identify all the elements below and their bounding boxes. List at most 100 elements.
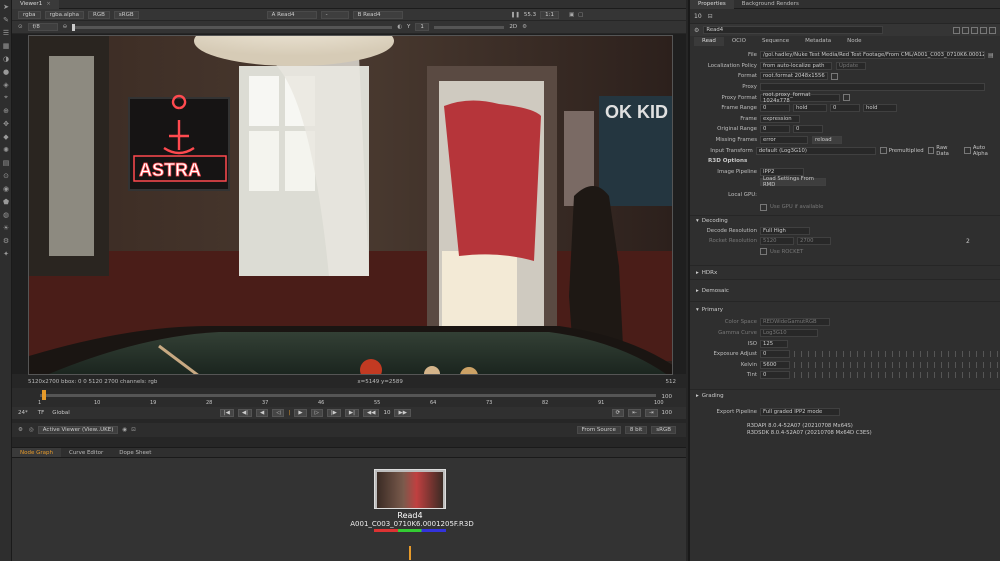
gain-icon[interactable]: ⊙ xyxy=(18,24,23,30)
collapse-icon[interactable]: ▾ xyxy=(696,218,699,224)
decoding-section[interactable]: ▾ Decoding xyxy=(690,215,1000,225)
roi-icon[interactable]: ▣ xyxy=(569,12,574,18)
color-icon[interactable]: ● xyxy=(0,65,12,78)
update-button[interactable]: Update xyxy=(836,61,866,70)
gamma-curve-dropdown[interactable]: Log3G10 xyxy=(760,328,818,337)
file-field[interactable]: /gol.hadley/Nuke Test Media/Red Test Foo… xyxy=(760,51,985,60)
settings-icon[interactable]: ✦ xyxy=(0,247,12,260)
active-viewer-dropdown[interactable]: Active Viewer (View..UKE) xyxy=(37,426,119,434)
float-icon[interactable]: ▢ xyxy=(578,12,583,18)
settings-icon[interactable]: ⚙ xyxy=(522,24,527,30)
step-forward-icon[interactable]: ▷ xyxy=(310,409,323,417)
revert-icon[interactable] xyxy=(971,26,978,34)
from-source-dropdown[interactable]: From Source xyxy=(576,426,621,434)
particles-icon[interactable]: ✺ xyxy=(0,143,12,156)
deep-icon[interactable]: ▤ xyxy=(0,156,12,169)
fps-field[interactable]: 24* xyxy=(18,410,28,416)
color-space-dropdown[interactable]: REDWideGamutRGB xyxy=(760,318,830,327)
node-name-field[interactable]: Read4 xyxy=(703,26,884,34)
playhead[interactable] xyxy=(42,390,46,400)
close-panel-icon[interactable] xyxy=(989,26,996,34)
tab-dope-sheet[interactable]: Dope Sheet xyxy=(111,448,159,457)
frame-range-start[interactable]: 0 xyxy=(760,104,790,113)
expand-demosaic-icon[interactable]: ▸ xyxy=(696,288,699,294)
loop-icon[interactable]: ⟳ xyxy=(611,409,625,417)
output-transform-dropdown[interactable]: sRGB xyxy=(651,426,676,434)
proxy-field[interactable] xyxy=(760,83,985,92)
compare-op-dropdown[interactable]: - xyxy=(320,10,349,19)
monitor-icon[interactable]: ⊡ xyxy=(131,427,136,433)
3d-icon[interactable]: ◆ xyxy=(0,130,12,143)
grading-section[interactable]: ▸ Grading xyxy=(690,388,1000,403)
tint-slider[interactable] xyxy=(794,372,999,379)
folder-icon[interactable]: ▤ xyxy=(988,52,994,59)
views-icon[interactable]: ⊙ xyxy=(0,169,12,182)
hdrx-section[interactable]: ▸ HDRx xyxy=(690,265,1000,279)
original-range-start[interactable]: 0 xyxy=(760,125,790,134)
bit-depth-dropdown[interactable]: 8 bit xyxy=(624,426,648,434)
proxy-format-edit-icon[interactable] xyxy=(843,94,850,102)
lock-icon[interactable]: ⊟ xyxy=(708,13,713,20)
pointer-icon[interactable]: ➤ xyxy=(0,0,12,13)
last-frame-icon[interactable]: ▶| xyxy=(344,409,359,417)
use-gpu-checkbox[interactable] xyxy=(760,203,767,211)
view-mode-label[interactable]: 2D xyxy=(509,24,517,30)
expand-hdrx-icon[interactable]: ▸ xyxy=(696,270,699,276)
display-mode-dropdown[interactable]: RGB xyxy=(88,10,110,19)
colorspace-dropdown[interactable]: sRGB xyxy=(113,10,139,19)
kelvin-slider[interactable] xyxy=(794,361,999,368)
demosaic-section[interactable]: ▸ Demosaic xyxy=(690,279,1000,301)
other-icon[interactable]: ◍ xyxy=(0,208,12,221)
auto-alpha-checkbox[interactable] xyxy=(964,147,971,155)
timeline-track[interactable] xyxy=(40,394,656,397)
float-panel-icon[interactable] xyxy=(980,26,987,34)
kelvin-field[interactable]: 5600 xyxy=(760,360,790,369)
play-backward-icon[interactable]: ◁ xyxy=(272,409,285,417)
gear-icon[interactable]: ⚙ xyxy=(18,427,23,433)
raw-data-checkbox[interactable] xyxy=(927,147,935,155)
exposure-slider[interactable] xyxy=(794,351,999,358)
pause-icon[interactable]: ❚❚ xyxy=(511,12,520,18)
play-forward-icon[interactable]: ▶ xyxy=(294,409,307,417)
close-icon[interactable]: × xyxy=(46,1,51,7)
export-pipeline-dropdown[interactable]: Full graded IPP2 mode xyxy=(760,407,840,416)
layers-icon[interactable]: ☰ xyxy=(0,26,12,39)
subtab-ocio[interactable]: OCIO xyxy=(724,37,754,46)
use-rocket-checkbox[interactable] xyxy=(760,248,767,256)
bounce-icon[interactable]: ⇥ xyxy=(644,409,658,417)
transform-icon[interactable]: ✥ xyxy=(0,117,12,130)
paint-icon[interactable]: ✎ xyxy=(0,13,12,26)
input-b-dropdown[interactable]: B Read4 xyxy=(352,10,403,19)
node-output-pipe[interactable] xyxy=(409,546,411,560)
node-graph-canvas[interactable]: Read4 A001_C003_0710K6.0001205F.R3D xyxy=(12,458,686,561)
tab-viewer1[interactable]: Viewer1 × xyxy=(12,0,59,9)
first-frame-icon[interactable]: |◀ xyxy=(219,409,234,417)
step-field[interactable]: 10 xyxy=(383,410,390,416)
premultiplied-checkbox[interactable] xyxy=(880,147,887,155)
skip-forward-icon[interactable]: ▶▶ xyxy=(394,409,411,417)
frame-range-end[interactable]: 0 xyxy=(830,104,860,113)
tab-curve-editor[interactable]: Curve Editor xyxy=(61,448,111,457)
image-icon[interactable]: ▦ xyxy=(0,39,12,52)
y-slider[interactable] xyxy=(434,25,505,29)
subtab-metadata[interactable]: Metadata xyxy=(797,37,839,46)
rocket-height-field[interactable]: 2700 xyxy=(797,237,831,246)
keyer-icon[interactable]: ⌖ xyxy=(0,91,12,104)
alpha-dropdown[interactable]: rgba.alpha xyxy=(44,10,85,19)
exposure-field[interactable]: 0 xyxy=(760,350,790,359)
gain-slider[interactable] xyxy=(72,23,393,31)
frame-range-start-mode[interactable]: hold xyxy=(793,104,827,113)
step-back-icon[interactable]: ◀ xyxy=(256,409,269,417)
next-keyframe-icon[interactable]: |▶ xyxy=(326,409,341,417)
end-frame-field[interactable]: 100 xyxy=(662,410,673,416)
input-a-dropdown[interactable]: A Read4 xyxy=(266,10,317,19)
localization-dropdown[interactable]: from auto-localize path xyxy=(760,61,832,70)
original-range-end[interactable]: 0 xyxy=(793,125,823,134)
timeline[interactable]: 1 10 19 28 37 46 55 64 73 82 91 100 100 xyxy=(12,388,686,408)
tab-properties[interactable]: Properties xyxy=(690,0,734,9)
reload-button[interactable]: reload xyxy=(812,136,842,145)
proxy-format-dropdown[interactable]: root.proxy_format 1024x778 xyxy=(760,92,840,104)
skip-back-icon[interactable]: ◀◀ xyxy=(363,409,380,417)
color-icon[interactable] xyxy=(953,26,960,34)
merge-icon[interactable]: ⊕ xyxy=(0,104,12,117)
